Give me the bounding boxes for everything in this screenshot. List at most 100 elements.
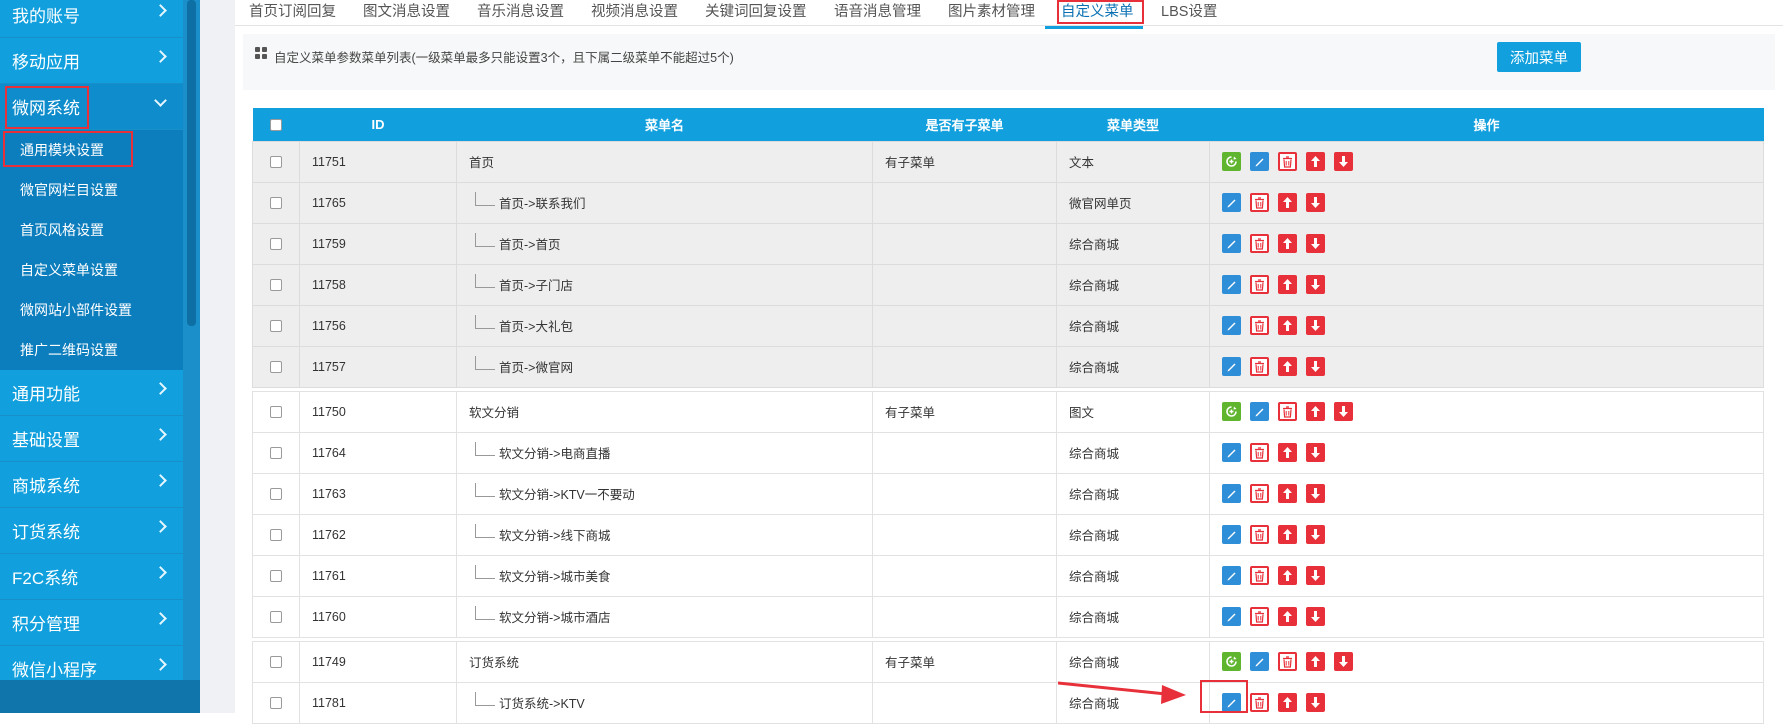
row-checkbox[interactable] bbox=[270, 320, 282, 333]
type-cell: 综合商城 bbox=[1056, 431, 1210, 474]
delete-icon[interactable] bbox=[1250, 484, 1269, 503]
tab-music-message[interactable]: 音乐消息设置 bbox=[477, 0, 564, 22]
move-up-icon[interactable] bbox=[1278, 234, 1297, 253]
move-up-icon[interactable] bbox=[1278, 193, 1297, 212]
sidebar-scroll-thumb[interactable] bbox=[187, 0, 196, 326]
move-up-icon[interactable] bbox=[1278, 693, 1297, 712]
submenu-item-qr-code[interactable]: 推广二维码设置 bbox=[0, 330, 183, 370]
move-down-icon[interactable] bbox=[1306, 275, 1325, 294]
move-up-icon[interactable] bbox=[1278, 275, 1297, 294]
delete-icon[interactable] bbox=[1250, 443, 1269, 462]
add-submenu-icon[interactable] bbox=[1222, 402, 1241, 421]
delete-icon[interactable] bbox=[1250, 316, 1269, 335]
edit-icon[interactable] bbox=[1222, 484, 1241, 503]
move-down-icon[interactable] bbox=[1306, 234, 1325, 253]
menu-name: 首页 bbox=[469, 156, 495, 170]
edit-icon[interactable] bbox=[1250, 152, 1269, 171]
submenu-item-site-columns[interactable]: 微官网栏目设置 bbox=[0, 170, 183, 210]
row-checkbox[interactable] bbox=[270, 156, 282, 169]
edit-icon[interactable] bbox=[1222, 357, 1241, 376]
row-checkbox[interactable] bbox=[270, 447, 282, 460]
menu-basic-settings[interactable]: 基础设置 bbox=[0, 416, 183, 462]
delete-icon[interactable] bbox=[1278, 652, 1297, 671]
delete-icon[interactable] bbox=[1250, 566, 1269, 585]
delete-icon[interactable] bbox=[1250, 234, 1269, 253]
move-up-icon[interactable] bbox=[1278, 525, 1297, 544]
edit-icon[interactable] bbox=[1222, 193, 1241, 212]
row-checkbox[interactable] bbox=[270, 361, 282, 374]
edit-icon[interactable] bbox=[1222, 316, 1241, 335]
move-up-icon[interactable] bbox=[1306, 152, 1325, 171]
move-up-icon[interactable] bbox=[1306, 652, 1325, 671]
move-up-icon[interactable] bbox=[1278, 443, 1297, 462]
edit-icon[interactable] bbox=[1222, 443, 1241, 462]
submenu-item-widgets[interactable]: 微网站小部件设置 bbox=[0, 290, 183, 330]
row-checkbox[interactable] bbox=[270, 406, 282, 419]
menu-order-system[interactable]: 订货系统 bbox=[0, 508, 183, 554]
row-checkbox[interactable] bbox=[270, 238, 282, 251]
menu-mall-system[interactable]: 商城系统 bbox=[0, 462, 183, 508]
move-down-icon[interactable] bbox=[1306, 484, 1325, 503]
tab-image-material[interactable]: 图片素材管理 bbox=[948, 0, 1035, 22]
edit-icon[interactable] bbox=[1222, 275, 1241, 294]
move-up-icon[interactable] bbox=[1278, 357, 1297, 376]
delete-icon[interactable] bbox=[1250, 275, 1269, 294]
table-row: 11763 软文分销->KTV一不要动 综合商城 bbox=[252, 472, 1764, 515]
menu-my-account[interactable]: 我的账号 bbox=[0, 0, 183, 38]
row-checkbox[interactable] bbox=[270, 656, 282, 669]
move-down-icon[interactable] bbox=[1334, 152, 1353, 171]
tab-voice-message[interactable]: 语音消息管理 bbox=[834, 0, 921, 22]
menu-general-functions[interactable]: 通用功能 bbox=[0, 370, 183, 416]
move-up-icon[interactable] bbox=[1278, 316, 1297, 335]
move-up-icon[interactable] bbox=[1278, 566, 1297, 585]
move-down-icon[interactable] bbox=[1306, 566, 1325, 585]
move-up-icon[interactable] bbox=[1306, 402, 1325, 421]
add-submenu-icon[interactable] bbox=[1222, 152, 1241, 171]
add-menu-button[interactable]: 添加菜单 bbox=[1497, 42, 1581, 72]
tab-home-reply[interactable]: 首页订阅回复 bbox=[249, 0, 336, 22]
row-checkbox[interactable] bbox=[270, 697, 282, 710]
edit-icon[interactable] bbox=[1222, 607, 1241, 626]
row-checkbox[interactable] bbox=[270, 279, 282, 292]
name-cell: 软文分销->KTV一不要动 bbox=[456, 472, 873, 515]
tab-lbs-settings[interactable]: LBS设置 bbox=[1161, 0, 1217, 22]
move-down-icon[interactable] bbox=[1306, 525, 1325, 544]
tab-keyword-reply[interactable]: 关键词回复设置 bbox=[705, 0, 807, 22]
edit-icon[interactable] bbox=[1250, 652, 1269, 671]
move-up-icon[interactable] bbox=[1278, 607, 1297, 626]
delete-icon[interactable] bbox=[1250, 193, 1269, 212]
row-checkbox[interactable] bbox=[270, 197, 282, 210]
add-submenu-icon[interactable] bbox=[1222, 652, 1241, 671]
move-down-icon[interactable] bbox=[1334, 402, 1353, 421]
tab-video-message[interactable]: 视频消息设置 bbox=[591, 0, 678, 22]
row-checkbox[interactable] bbox=[270, 570, 282, 583]
menu-mobile-apps[interactable]: 移动应用 bbox=[0, 38, 183, 84]
menu-points[interactable]: 积分管理 bbox=[0, 600, 183, 646]
edit-icon[interactable] bbox=[1250, 402, 1269, 421]
delete-icon[interactable] bbox=[1250, 357, 1269, 376]
move-down-icon[interactable] bbox=[1334, 652, 1353, 671]
delete-icon[interactable] bbox=[1250, 693, 1269, 712]
row-checkbox[interactable] bbox=[270, 529, 282, 542]
move-down-icon[interactable] bbox=[1306, 316, 1325, 335]
move-down-icon[interactable] bbox=[1306, 443, 1325, 462]
tab-news-message[interactable]: 图文消息设置 bbox=[363, 0, 450, 22]
move-down-icon[interactable] bbox=[1306, 693, 1325, 712]
delete-icon[interactable] bbox=[1278, 152, 1297, 171]
delete-icon[interactable] bbox=[1278, 402, 1297, 421]
move-down-icon[interactable] bbox=[1306, 193, 1325, 212]
move-down-icon[interactable] bbox=[1306, 607, 1325, 626]
move-down-icon[interactable] bbox=[1306, 357, 1325, 376]
edit-icon[interactable] bbox=[1222, 566, 1241, 585]
row-checkbox[interactable] bbox=[270, 488, 282, 501]
edit-icon[interactable] bbox=[1222, 234, 1241, 253]
delete-icon[interactable] bbox=[1250, 525, 1269, 544]
submenu-item-home-style[interactable]: 首页风格设置 bbox=[0, 210, 183, 250]
row-checkbox[interactable] bbox=[270, 611, 282, 624]
edit-icon[interactable] bbox=[1222, 525, 1241, 544]
select-all-checkbox[interactable] bbox=[270, 119, 282, 132]
move-up-icon[interactable] bbox=[1278, 484, 1297, 503]
submenu-item-custom-menu[interactable]: 自定义菜单设置 bbox=[0, 250, 183, 290]
menu-f2c-system[interactable]: F2C系统 bbox=[0, 554, 183, 600]
delete-icon[interactable] bbox=[1250, 607, 1269, 626]
